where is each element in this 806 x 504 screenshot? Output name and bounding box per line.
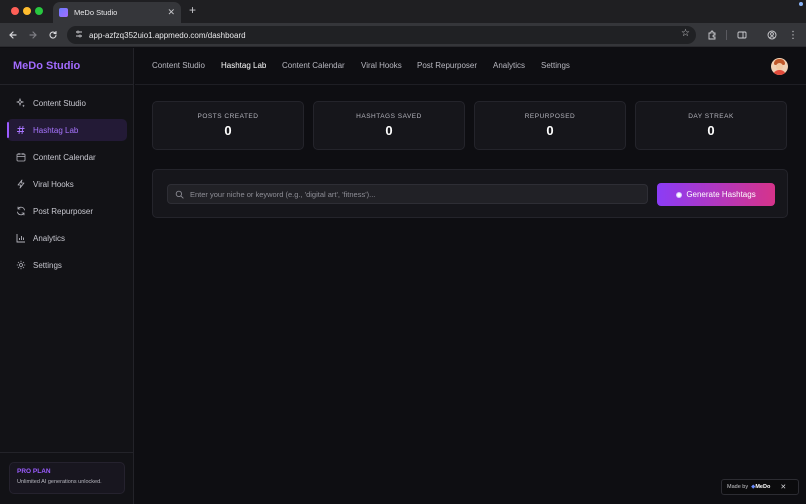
topnav-content-calendar[interactable]: Content Calendar — [282, 61, 345, 70]
stat-value: 0 — [224, 123, 232, 138]
stat-label: DAY STREAK — [688, 113, 734, 120]
new-tab-icon[interactable]: + — [189, 4, 196, 16]
topnav-post-repurposer[interactable]: Post Repurposer — [417, 61, 477, 70]
tab-close-icon[interactable]: ✕ — [167, 8, 175, 17]
reload-icon[interactable] — [46, 28, 60, 42]
made-by-badge[interactable]: Made by ◆MeDo ✕ — [721, 479, 799, 495]
forward-arrow-icon[interactable] — [26, 28, 40, 42]
url-text: app-azfzq352uio1.appmedo.com/dashboard — [89, 30, 246, 40]
sidebar-item-settings[interactable]: Settings — [7, 254, 127, 276]
kebab-menu-icon[interactable]: ⋮ — [786, 28, 800, 42]
sidebar-item-hashtag-lab[interactable]: Hashtag Lab — [7, 119, 127, 141]
sidebar-item-post-repurposer[interactable]: Post Repurposer — [7, 200, 127, 222]
niche-keyword-input[interactable] — [190, 189, 630, 199]
back-arrow-icon[interactable] — [6, 28, 20, 42]
sidebar-item-label: Content Studio — [33, 98, 86, 108]
stat-value: 0 — [385, 123, 393, 138]
sidebar-item-label: Settings — [33, 260, 62, 270]
main-content: Content Studio Hashtag Lab Content Calen… — [135, 48, 806, 504]
topnav-content-studio[interactable]: Content Studio — [152, 61, 205, 70]
topnav-hashtag-lab[interactable]: Hashtag Lab — [221, 61, 266, 70]
topnav-settings[interactable]: Settings — [541, 61, 570, 70]
site-settings-icon[interactable] — [75, 30, 83, 40]
stat-label: POSTS CREATED — [197, 113, 259, 120]
refresh-icon — [16, 206, 26, 216]
hash-icon — [16, 125, 26, 135]
calendar-icon — [16, 152, 26, 162]
sidebar-footer-divider — [0, 452, 134, 453]
stat-value: 0 — [707, 123, 715, 138]
sidebar-item-label: Content Calendar — [33, 152, 96, 162]
generate-hashtags-label: Generate Hashtags — [686, 190, 756, 199]
sidebar-item-label: Post Repurposer — [33, 206, 94, 216]
plan-description: Unlimited AI generations unlocked. — [17, 479, 102, 485]
medo-favicon-icon — [59, 8, 68, 17]
sidebar-item-content-calendar[interactable]: Content Calendar — [7, 146, 127, 168]
topnav-analytics[interactable]: Analytics — [493, 61, 525, 70]
window-close-button[interactable] — [11, 7, 19, 15]
extensions-puzzle-icon[interactable] — [705, 28, 719, 42]
top-navigation: Content Studio Hashtag Lab Content Calen… — [135, 48, 806, 85]
stat-value: 0 — [546, 123, 554, 138]
browser-toolbar: app-azfzq352uio1.appmedo.com/dashboard ☆… — [0, 23, 806, 47]
profile-icon[interactable] — [765, 28, 779, 42]
plan-card: PRO PLAN Unlimited AI generations unlock… — [9, 462, 125, 494]
gear-icon — [16, 260, 26, 270]
sidebar-item-analytics[interactable]: Analytics — [7, 227, 127, 249]
tab-title: MeDo Studio — [74, 8, 118, 17]
sidebar: MeDo Studio Content Studio Hashtag Lab C… — [0, 48, 134, 504]
stats-row: POSTS CREATED 0 HASHTAGS SAVED 0 REPURPO… — [152, 101, 788, 150]
search-icon — [175, 190, 184, 199]
notification-dot-icon — [799, 2, 803, 6]
medo-logo: ◆MeDo — [751, 484, 771, 490]
address-bar[interactable]: app-azfzq352uio1.appmedo.com/dashboard ☆ — [67, 26, 696, 44]
sparkle-icon — [676, 191, 683, 198]
stat-card-hashtags-saved: HASHTAGS SAVED 0 — [313, 101, 465, 150]
bookmark-star-icon[interactable]: ☆ — [681, 29, 690, 39]
made-by-text: Made by — [727, 484, 749, 490]
sidebar-item-viral-hooks[interactable]: Viral Hooks — [7, 173, 127, 195]
stat-label: REPURPOSED — [524, 113, 576, 120]
window-minimize-button[interactable] — [23, 7, 31, 15]
topnav-viral-hooks[interactable]: Viral Hooks — [361, 61, 402, 70]
generate-hashtags-button[interactable]: Generate Hashtags — [657, 183, 775, 206]
search-field[interactable] — [167, 184, 648, 204]
stat-card-day-streak: DAY STREAK 0 — [635, 101, 787, 150]
sparkles-icon — [16, 98, 26, 108]
toolbar-divider — [726, 30, 727, 40]
stat-label: HASHTAGS SAVED — [356, 113, 422, 120]
side-panel-icon[interactable] — [735, 28, 749, 42]
lightning-icon — [16, 179, 26, 189]
app-root: MeDo Studio Content Studio Hashtag Lab C… — [0, 48, 806, 504]
bar-chart-icon — [16, 233, 26, 243]
user-avatar[interactable] — [771, 58, 788, 75]
brand-logo[interactable]: MeDo Studio — [13, 60, 80, 72]
close-icon[interactable]: ✕ — [780, 484, 786, 491]
sidebar-item-label: Analytics — [33, 233, 66, 243]
browser-tab[interactable]: MeDo Studio ✕ — [53, 2, 181, 23]
sidebar-divider — [0, 84, 134, 85]
stat-card-posts-created: POSTS CREATED 0 — [152, 101, 304, 150]
browser-tab-bar: MeDo Studio ✕ + — [0, 0, 806, 23]
sidebar-item-label: Viral Hooks — [33, 179, 74, 189]
sidebar-item-label: Hashtag Lab — [33, 125, 79, 135]
stat-card-repurposed: REPURPOSED 0 — [474, 101, 626, 150]
window-maximize-button[interactable] — [35, 7, 43, 15]
sidebar-item-content-studio[interactable]: Content Studio — [7, 92, 127, 114]
hashtag-generator-card: Generate Hashtags — [152, 169, 788, 218]
plan-title: PRO PLAN — [17, 468, 51, 475]
